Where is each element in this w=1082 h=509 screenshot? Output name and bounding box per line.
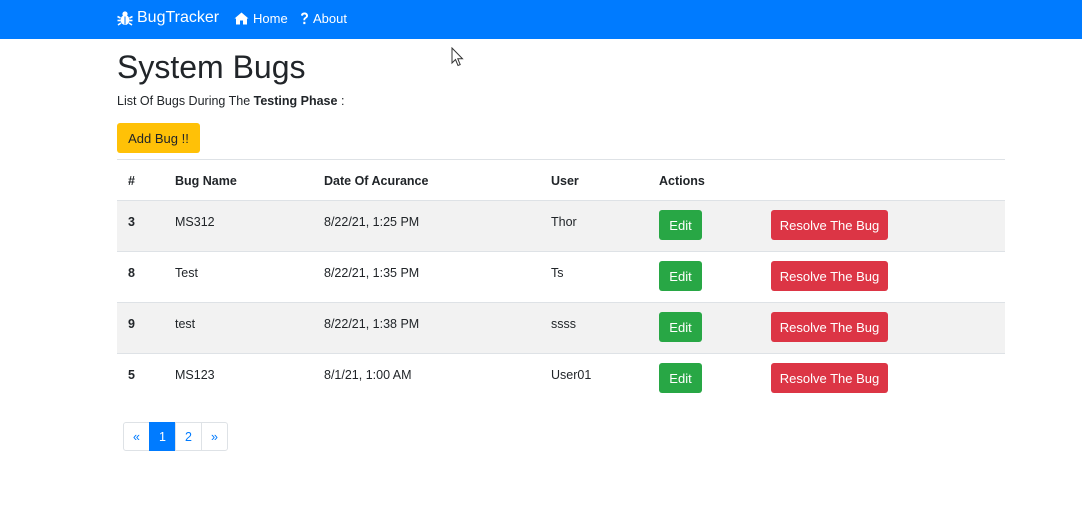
- bug-name: MS123: [175, 368, 215, 382]
- nav-home-label: Home: [253, 10, 288, 26]
- bug-name: test: [175, 317, 196, 331]
- bug-date: 8/22/21, 1:25 PM: [324, 215, 420, 229]
- edit-button[interactable]: Edit: [659, 363, 702, 393]
- bug-user: Ts: [551, 266, 564, 280]
- resolve-bug-button[interactable]: Resolve The Bug: [771, 261, 888, 291]
- table-row: 8 Test 8/22/21, 1:35 PM Ts Edit Resolve …: [117, 251, 1005, 302]
- pagination: « 1 2 »: [123, 422, 228, 452]
- bug-user: User01: [551, 368, 592, 382]
- edit-button[interactable]: Edit: [659, 261, 702, 291]
- table-row: 3 MS312 8/22/21, 1:25 PM Thor Edit Resol…: [117, 200, 1005, 251]
- bug-icon: [117, 11, 133, 26]
- navbar: BugTracker Home About: [0, 0, 1082, 39]
- table-header: # Bug Name Date Of Acurance User Actions: [117, 160, 1005, 200]
- question-icon: [301, 12, 308, 24]
- pagination-page-2[interactable]: 2: [175, 422, 202, 451]
- resolve-bug-button[interactable]: Resolve The Bug: [771, 363, 888, 393]
- bug-id: 3: [128, 215, 135, 229]
- column-header-date: Date Of Acurance: [324, 174, 429, 188]
- column-header-id: #: [128, 174, 135, 188]
- brand-text: BugTracker: [137, 9, 220, 26]
- home-icon: [234, 12, 249, 24]
- edit-button[interactable]: Edit: [659, 312, 702, 342]
- page-title: System Bugs: [117, 49, 306, 85]
- pagination-prev[interactable]: «: [123, 422, 150, 451]
- bug-user: ssss: [551, 317, 576, 331]
- brand-link[interactable]: BugTracker: [117, 8, 219, 28]
- column-header-name: Bug Name: [175, 174, 237, 188]
- edit-button[interactable]: Edit: [659, 210, 702, 240]
- bug-id: 8: [128, 266, 135, 280]
- nav-home[interactable]: Home: [234, 10, 288, 26]
- table-row: 9 test 8/22/21, 1:38 PM ssss Edit Resolv…: [117, 302, 1005, 353]
- nav-about-label: About: [313, 10, 347, 26]
- bug-date: 8/22/21, 1:38 PM: [324, 317, 420, 331]
- mouse-cursor-icon: [451, 47, 464, 67]
- bug-id: 9: [128, 317, 135, 331]
- bug-user: Thor: [551, 215, 577, 229]
- bug-name: MS312: [175, 215, 215, 229]
- resolve-bug-button[interactable]: Resolve The Bug: [771, 312, 888, 342]
- bug-name: Test: [175, 266, 198, 280]
- pagination-next[interactable]: »: [201, 422, 228, 451]
- table-row: 5 MS123 8/1/21, 1:00 AM User01 Edit Reso…: [117, 353, 1005, 404]
- bug-date: 8/22/21, 1:35 PM: [324, 266, 420, 280]
- bug-id: 5: [128, 368, 135, 382]
- subtitle-suffix: :: [337, 94, 345, 108]
- nav-about[interactable]: About: [300, 10, 347, 26]
- pagination-page-1[interactable]: 1: [149, 422, 176, 451]
- bug-date: 8/1/21, 1:00 AM: [324, 368, 412, 382]
- subtitle-prefix: List Of Bugs During The: [117, 94, 254, 108]
- column-header-user: User: [551, 174, 579, 188]
- add-bug-button[interactable]: Add Bug !!: [117, 123, 200, 153]
- resolve-bug-button[interactable]: Resolve The Bug: [771, 210, 888, 240]
- column-header-actions: Actions: [659, 174, 705, 188]
- bugs-table: # Bug Name Date Of Acurance User Actions…: [117, 159, 1005, 404]
- subtitle-bold: Testing Phase: [253, 94, 338, 108]
- page-subtitle: List Of Bugs During The Testing Phase :: [117, 93, 344, 109]
